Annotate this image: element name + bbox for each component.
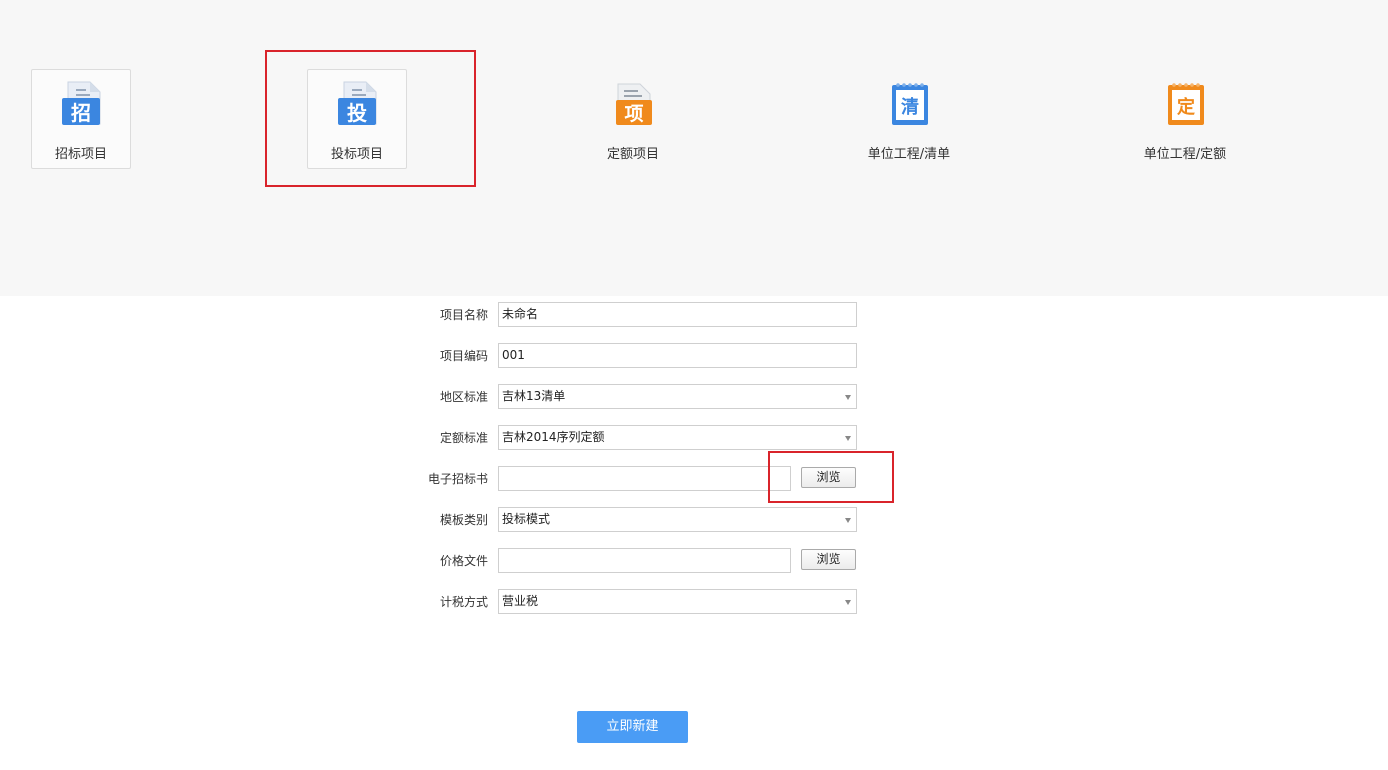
tile-quota-project[interactable]: 项 定额项目: [583, 69, 683, 169]
field-label: 计税方式: [439, 595, 488, 609]
select-value: 吉林2014序列定额: [502, 430, 605, 444]
quota-doc-icon: 项: [612, 80, 656, 128]
row-region-standard: 地区标准 吉林13清单: [400, 384, 900, 410]
tile-label: 定额项目: [606, 147, 659, 162]
e-tender-browse-button[interactable]: 浏览: [801, 467, 856, 488]
create-now-button[interactable]: 立即新建: [577, 711, 688, 743]
region-standard-select[interactable]: 吉林13清单: [498, 384, 857, 409]
e-tender-doc-input[interactable]: [498, 466, 791, 491]
project-type-panel: 招 招标项目 投 投标项目 项 定额项目 清 单位工程/清单 定 单位工程/定额: [0, 0, 1388, 296]
tile-label: 单位工程/定额: [1143, 147, 1227, 162]
tile-label: 招标项目: [54, 147, 107, 162]
svg-text:清: 清: [901, 97, 919, 118]
field-label: 模板类别: [439, 513, 488, 527]
row-e-tender-doc: 电子招标书 浏览: [400, 466, 900, 492]
row-template-type: 模板类别 投标模式: [400, 507, 900, 533]
tile-unit-quota[interactable]: 定 单位工程/定额: [1135, 69, 1235, 169]
quota-standard-select[interactable]: 吉林2014序列定额: [498, 425, 857, 450]
svg-text:投: 投: [347, 101, 367, 125]
field-label: 地区标准: [439, 390, 488, 404]
dropdown-arrow-icon: [845, 600, 851, 605]
field-label: 定额标准: [439, 431, 488, 445]
dropdown-arrow-icon: [845, 436, 851, 441]
template-type-select[interactable]: 投标模式: [498, 507, 857, 532]
field-label: 项目名称: [439, 308, 488, 322]
notepad-quota-icon: 定: [1164, 80, 1208, 128]
project-code-input[interactable]: 001: [498, 343, 857, 368]
tender-doc-icon: 招: [60, 80, 104, 128]
select-value: 投标模式: [502, 512, 551, 526]
tax-method-select[interactable]: 营业税: [498, 589, 857, 614]
dropdown-arrow-icon: [845, 395, 851, 400]
price-file-browse-button[interactable]: 浏览: [801, 549, 856, 570]
row-price-file: 价格文件 浏览: [400, 548, 900, 574]
svg-text:招: 招: [71, 101, 91, 125]
tile-unit-bill[interactable]: 清 单位工程/清单: [859, 69, 959, 169]
row-quota-standard: 定额标准 吉林2014序列定额: [400, 425, 900, 451]
row-project-name: 项目名称 未命名: [400, 302, 900, 328]
tile-bid-project[interactable]: 投 投标项目: [307, 69, 407, 169]
row-project-code: 项目编码 001: [400, 343, 900, 369]
field-label: 项目编码: [439, 349, 488, 363]
svg-text:定: 定: [1177, 96, 1195, 118]
tile-label: 单位工程/清单: [867, 147, 951, 162]
svg-text:项: 项: [624, 103, 643, 125]
notepad-bill-icon: 清: [888, 80, 932, 128]
price-file-input[interactable]: [498, 548, 791, 573]
bid-doc-icon: 投: [336, 80, 380, 128]
field-label: 价格文件: [439, 554, 488, 568]
project-name-input[interactable]: 未命名: [498, 302, 857, 327]
field-label: 电子招标书: [427, 472, 488, 486]
tile-label: 投标项目: [330, 147, 383, 162]
select-value: 吉林13清单: [502, 389, 566, 403]
tile-tender-project[interactable]: 招 招标项目: [31, 69, 131, 169]
row-tax-method: 计税方式 营业税: [400, 589, 900, 615]
dropdown-arrow-icon: [845, 518, 851, 523]
select-value: 营业税: [502, 594, 539, 608]
